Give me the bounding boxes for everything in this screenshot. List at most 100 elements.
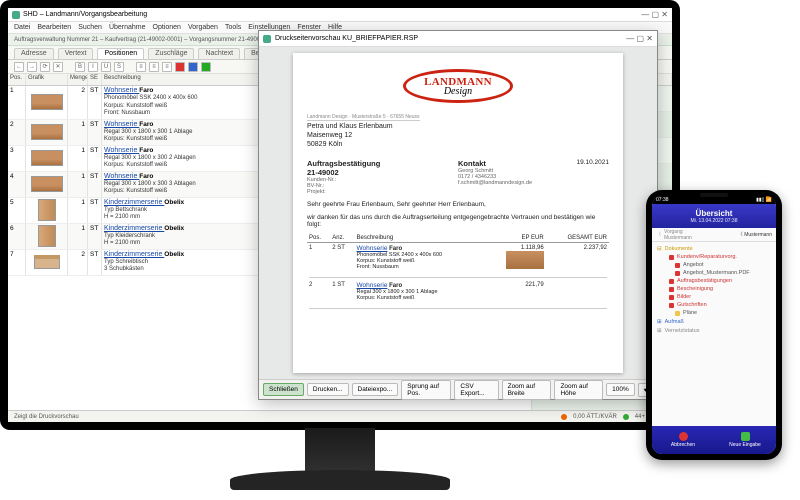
phone-date: Mi. 13.04.2022 07:38 [691,218,738,224]
monitor-frame: SHD – Landmann/Vorgangsbearbeitung — ▢ ✕… [0,0,680,430]
crumb-left[interactable]: Vorgang Mustermann [664,229,692,241]
tb-strike-icon[interactable]: S [114,62,124,72]
tb-align-left-icon[interactable]: ≡ [136,62,146,72]
menu-item[interactable]: Tools [225,24,241,31]
phone-list-item[interactable]: Auftragsbestätigungen [655,277,773,285]
item-thumbnail [38,199,56,221]
file-export-button[interactable]: Dateiexpo... [352,383,399,396]
close-button[interactable]: Schließen [263,383,304,396]
phone-list-item[interactable]: Bilder [655,293,773,301]
file-icon [669,295,674,300]
phone-group[interactable]: ⊞Aufmaß [655,317,773,326]
tab-positionen[interactable]: Positionen [97,48,144,59]
menu-item[interactable]: Vorgaben [188,24,218,31]
statusbar: Zeigt die Druckvorschau 0,00 ÄTT./KVÄR 4… [8,410,672,422]
item-thumbnail [34,255,60,269]
zoom-height-button[interactable]: Zoom auf Höhe [554,380,603,400]
tb-bold-icon[interactable]: B [75,62,85,72]
csv-export-button[interactable]: CSV Export... [454,380,498,400]
new-entry-button[interactable]: Neue Eingabe [714,426,776,454]
recipient-address: Petra und Klaus Erlenbaum Maisenweg 12 5… [307,123,609,149]
body-text: wir danken für das uns durch die Auftrag… [307,214,609,228]
phone-signal-icon: ▮▮▯ 📶 [756,197,772,203]
file-icon [669,255,674,260]
phone-time: 07:38 [656,197,669,203]
menu-item[interactable]: Übernahme [109,24,146,31]
chevron-left-icon: 〈 [738,232,743,238]
phone-list-item[interactable]: Angebot_Mustermann.PDF [655,269,773,277]
menu-item[interactable]: Optionen [153,24,181,31]
item-thumbnail [31,150,63,166]
popup-window-controls[interactable]: — ▢ ✕ [626,34,653,43]
tab-zuschlaege[interactable]: Zuschläge [148,48,194,59]
item-thumbnail [506,251,544,269]
plus-icon [741,432,750,441]
phone-camera-icon [700,193,728,197]
phone-footer[interactable]: Abbrechen Neue Eingabe [652,426,776,454]
file-icon [675,311,680,316]
tb-color-a-icon[interactable] [175,62,185,72]
phone-list-item[interactable]: Pläne [655,309,773,317]
phone-group[interactable]: ⊞Vernetztstatus [655,326,773,335]
doc-item-row: 21 STWohnserie FaroRegal 300 x 1800 x 30… [307,280,609,303]
menu-item[interactable]: Suchen [78,24,102,31]
print-preview-window: Druckseitenvorschau KU_BRIEFPAPIER.RSP —… [258,30,658,400]
jump-to-pos-button[interactable]: Sprung auf Pos. [401,380,451,400]
tb-color-b-icon[interactable] [188,62,198,72]
print-button[interactable]: Drucken... [307,383,349,396]
phone-group[interactable]: ⊟Dokumente [655,244,773,253]
tb-back-icon[interactable]: ← [14,62,24,72]
chevron-left-icon[interactable]: 〈 [656,231,661,238]
minus-icon: ⊟ [657,246,662,252]
tab-vortext[interactable]: Vertext [58,48,94,59]
col-se[interactable]: SE [88,74,102,85]
status-dot-a-icon [561,414,567,420]
popup-title-text: Druckseitenvorschau KU_BRIEFPAPIER.RSP [275,35,418,42]
phone-list-item[interactable]: Bescheinigung [655,285,773,293]
file-icon [675,271,680,276]
status-text: Zeigt die Druckvorschau [14,414,79,420]
phone-list-item[interactable]: Gutschriften [655,301,773,309]
zoom-100-button[interactable]: 100% [606,383,635,396]
phone-list-item[interactable]: Angebot [655,261,773,269]
logo-text-2: Design [444,86,472,97]
status-value-a: 0,00 ÄTT./KVÄR [573,414,617,420]
plus-icon: ⊞ [657,328,662,334]
window-controls[interactable]: — ▢ ✕ [641,10,668,19]
sender-address-small: Landmann Design · Musterstraße 5 · 67655… [307,114,420,121]
tb-align-right-icon[interactable]: ≡ [162,62,172,72]
col-grafik[interactable]: Grafik [26,74,68,85]
zoom-width-button[interactable]: Zoom auf Breite [502,380,552,400]
monitor-stand-base [230,470,450,490]
phone-file-list[interactable]: ⊟DokumenteKundenv/Reparaturvorg.AngebotA… [652,242,776,426]
tb-close-icon[interactable]: ✕ [53,62,63,72]
salutation: Sehr geehrte Frau Erlenbaum, Sehr geehrt… [307,201,609,208]
status-value-b: 44+ [635,414,645,420]
doc-number: 21-49002 [307,168,458,177]
tb-color-c-icon[interactable] [201,62,211,72]
tb-fwd-icon[interactable]: → [27,62,37,72]
tb-refresh-icon[interactable]: ⟳ [40,62,50,72]
phone-app: 07:38 ▮▮▯ 📶 Übersicht Mi. 13.04.2022 07:… [652,196,776,454]
popup-titlebar[interactable]: Druckseitenvorschau KU_BRIEFPAPIER.RSP —… [259,31,657,47]
item-thumbnail [31,124,63,140]
tb-italic-icon[interactable]: I [88,62,98,72]
cancel-button[interactable]: Abbrechen [652,426,714,454]
popup-toolbar[interactable]: Schließen Drucken... Dateiexpo... Sprung… [259,379,657,399]
file-icon [669,287,674,292]
menu-item[interactable]: Bearbeiten [37,24,71,31]
col-menge[interactable]: Menge [68,74,88,85]
tb-underline-icon[interactable]: U [101,62,111,72]
phone-header: Übersicht Mi. 13.04.2022 07:38 [652,204,776,228]
phone-list-item[interactable]: Kundenv/Reparaturvorg. [655,253,773,261]
doc-date: 19.10.2021 [576,159,609,168]
tb-align-center-icon[interactable]: ≡ [149,62,159,72]
phone-title: Übersicht [696,209,733,218]
col-pos[interactable]: Pos. [8,74,26,85]
doc-type: Auftragsbestätigung [307,159,458,168]
menu-item[interactable]: Datei [14,24,30,31]
phone-breadcrumb[interactable]: 〈 Vorgang Mustermann 〈 Mustermann [652,228,776,242]
crumb-right[interactable]: 〈 Mustermann [738,231,772,238]
tab-adresse[interactable]: Adresse [14,48,54,59]
tab-nachtext[interactable]: Nachtext [198,48,240,59]
